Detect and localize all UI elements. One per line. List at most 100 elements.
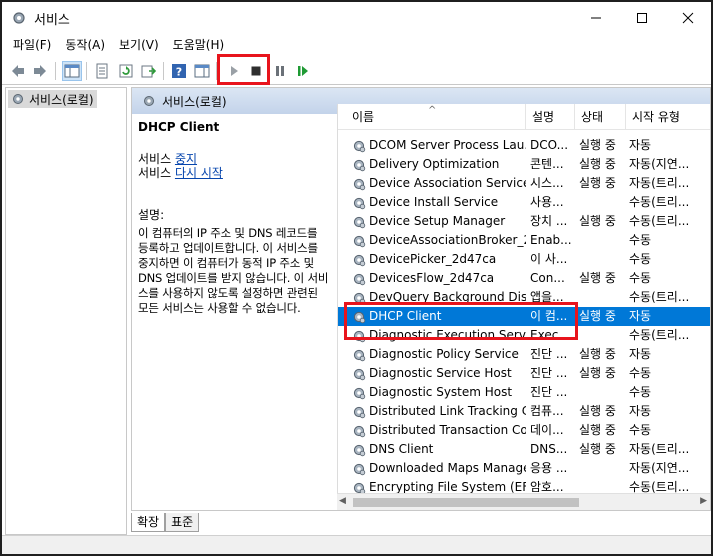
list-header: ^ 이름 설명 상태 시작 유형 xyxy=(338,104,710,130)
service-row[interactable]: DeviceAssociationBroker_2... Enab... 수동 xyxy=(338,231,710,250)
help-button[interactable]: ? xyxy=(169,61,189,81)
restart-service-link[interactable]: 다시 시작 xyxy=(175,166,223,180)
service-gear-icon xyxy=(352,196,366,210)
minimize-button[interactable] xyxy=(573,2,619,34)
menu-action[interactable]: 동작(A) xyxy=(58,34,112,56)
service-row[interactable]: DCOM Server Process Lau... DCO... 실행 중 자동 xyxy=(338,136,710,155)
service-row[interactable]: Downloaded Maps Manager 응용 ... 자동(지연... xyxy=(338,459,710,478)
console-tree: 서비스(로컬) xyxy=(5,87,127,535)
service-name-cell: Delivery Optimization xyxy=(338,155,526,174)
stop-service-link[interactable]: 중지 xyxy=(175,152,197,166)
service-name-cell: DNS Client xyxy=(338,440,526,459)
service-gear-icon xyxy=(352,329,366,343)
service-startup-type-cell: 수동(트리... xyxy=(629,290,690,304)
help-icon: ? xyxy=(172,64,186,79)
close-button[interactable] xyxy=(665,2,711,34)
service-row[interactable]: Diagnostic Service Host 진단 ... 실행 중 수동 xyxy=(338,364,710,383)
service-description-cell: 앱을... xyxy=(530,290,564,304)
scroll-right-icon[interactable]: ▶ xyxy=(700,496,707,506)
service-startup-type-cell: 수동 xyxy=(629,233,652,247)
menu-file[interactable]: 파일(F) xyxy=(6,34,58,56)
service-name: DevicesFlow_2d47ca xyxy=(369,271,495,285)
service-name: DCOM Server Process Lau... xyxy=(369,138,526,152)
toolbar-separator xyxy=(55,62,56,80)
tab-standard[interactable]: 표준 xyxy=(165,513,200,532)
service-name: Device Association Service xyxy=(369,176,526,190)
properties-button[interactable] xyxy=(92,61,112,81)
service-row[interactable]: Device Install Service 사용... 수동(트리... xyxy=(338,193,710,212)
column-name-label: 이름 xyxy=(352,110,375,124)
service-row[interactable]: DevicePicker_2d47ca 이 사... 수동 xyxy=(338,250,710,269)
title-bar: 서비스 xyxy=(2,2,711,34)
service-description-cell: Con... xyxy=(530,271,565,285)
column-header-name[interactable]: ^ 이름 xyxy=(338,104,526,130)
stop-icon xyxy=(251,66,261,76)
pause-service-button[interactable] xyxy=(270,61,290,81)
service-row[interactable]: DevQuery Background Dis... 앱을... 수동(트리... xyxy=(338,288,710,307)
service-row[interactable]: DHCP Client 이 컴... 실행 중 자동 xyxy=(338,307,710,326)
selected-service-title: DHCP Client xyxy=(138,120,220,134)
service-name-cell: DevQuery Background Dis... xyxy=(338,288,526,307)
service-description-cell: DNS... xyxy=(530,442,568,456)
service-name: DHCP Client xyxy=(369,309,442,323)
show-hide-console-tree-button[interactable] xyxy=(62,61,82,81)
service-description-cell: 이 컴... xyxy=(530,309,568,323)
service-name-cell: Device Install Service xyxy=(338,193,526,212)
service-row[interactable]: Device Association Service 시스... 실행 중 자동(트리… xyxy=(338,174,710,193)
service-name-cell: DevicePicker_2d47ca xyxy=(338,250,526,269)
column-header-description[interactable]: 설명 xyxy=(526,104,575,130)
menu-view[interactable]: 보기(V) xyxy=(112,34,166,56)
column-state-label: 상태 xyxy=(581,110,604,124)
service-startup-type-cell: 자동 xyxy=(629,138,652,152)
action-pane-button[interactable] xyxy=(192,61,212,81)
service-row[interactable]: Distributed Link Tracking C... 컴퓨... 실행 중 자… xyxy=(338,402,710,421)
tree-item-services-local[interactable]: 서비스(로컬) xyxy=(8,90,97,108)
service-name-cell: Diagnostic System Host xyxy=(338,383,526,402)
service-name: Diagnostic Service Host xyxy=(369,366,512,380)
start-service-button[interactable] xyxy=(224,61,244,81)
service-row[interactable]: Diagnostic Policy Service 진단 ... 실행 중 자동 xyxy=(338,345,710,364)
scroll-left-icon[interactable]: ◀ xyxy=(339,496,346,506)
service-gear-icon xyxy=(352,405,366,419)
service-row[interactable]: DevicesFlow_2d47ca Con... 실행 중 수동 xyxy=(338,269,710,288)
service-description-cell: 장치 ... xyxy=(530,214,568,228)
column-header-status[interactable]: 상태 xyxy=(575,104,626,130)
service-name-cell: Device Association Service xyxy=(338,174,526,193)
service-status-cell xyxy=(579,383,629,402)
back-button[interactable] xyxy=(8,61,28,81)
service-status-cell: 실행 중 xyxy=(579,214,616,228)
column-header-startup-type[interactable]: 시작 유형 xyxy=(626,104,696,130)
service-description-cell: 데이... xyxy=(530,423,564,437)
menu-help[interactable]: 도움말(H) xyxy=(166,34,232,56)
horizontal-scrollbar[interactable]: ◀ ▶ xyxy=(337,493,710,510)
stop-service-button[interactable] xyxy=(246,61,266,81)
service-name: Device Setup Manager xyxy=(369,214,506,228)
service-row[interactable]: Diagnostic System Host 진단 ... 수동 xyxy=(338,383,710,402)
service-gear-icon xyxy=(352,348,366,362)
tab-extended[interactable]: 확장 xyxy=(131,513,166,532)
service-row[interactable]: Distributed Transaction Co... 데이... 실행 중 수동 xyxy=(338,421,710,440)
service-row[interactable]: Diagnostic Execution Service Exec... 수동(트리… xyxy=(338,326,710,345)
console-tree-icon xyxy=(64,64,80,78)
service-name: Downloaded Maps Manager xyxy=(369,461,526,475)
service-description-cell: Enab... xyxy=(530,233,572,247)
refresh-button[interactable] xyxy=(116,61,136,81)
restart-service-button[interactable] xyxy=(293,61,313,81)
action-prefix: 서비스 xyxy=(138,152,175,166)
service-name-cell: DeviceAssociationBroker_2... xyxy=(338,231,526,250)
service-gear-icon xyxy=(352,253,366,267)
export-list-button[interactable] xyxy=(139,61,159,81)
service-name: DevQuery Background Dis... xyxy=(369,290,526,304)
service-row[interactable]: Device Setup Manager 장치 ... 실행 중 수동(트리... xyxy=(338,212,710,231)
service-description-cell: 사용... xyxy=(530,195,564,209)
refresh-icon xyxy=(119,64,133,78)
service-row[interactable]: DNS Client DNS... 실행 중 자동(트리... xyxy=(338,440,710,459)
service-gear-icon xyxy=(352,367,366,381)
forward-button[interactable] xyxy=(30,61,50,81)
service-row[interactable]: Delivery Optimization 콘텐... 실행 중 자동(지연... xyxy=(338,155,710,174)
service-name: DNS Client xyxy=(369,442,434,456)
scrollbar-thumb[interactable] xyxy=(353,498,579,507)
service-startup-type-cell: 자동(트리... xyxy=(629,176,690,190)
maximize-button[interactable] xyxy=(619,2,665,34)
service-gear-icon xyxy=(352,158,366,172)
